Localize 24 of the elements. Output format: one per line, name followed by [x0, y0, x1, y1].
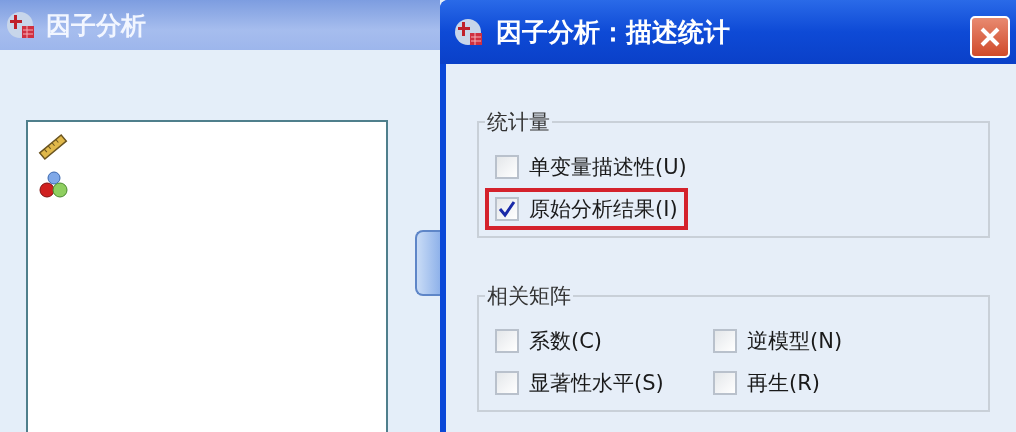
close-button[interactable] [970, 16, 1010, 58]
variable-list[interactable] [26, 120, 388, 432]
checkbox[interactable] [495, 197, 519, 221]
checkbox-label: 再生(R) [747, 370, 820, 397]
group-title: 相关矩阵 [486, 283, 572, 310]
checkbox[interactable] [495, 329, 519, 353]
window-title: 因子分析 [46, 9, 146, 42]
move-button[interactable] [415, 230, 440, 296]
checkbox-label: 系数(C) [529, 328, 603, 355]
group-title: 统计量 [486, 109, 551, 136]
app-icon [6, 10, 36, 40]
checkbox-label: 显著性水平(S) [529, 370, 664, 397]
close-icon [979, 26, 1001, 48]
checkbox[interactable] [495, 155, 519, 179]
balls-icon [38, 170, 70, 200]
app-icon [454, 17, 484, 47]
checkbox[interactable] [713, 371, 737, 395]
checkbox[interactable] [713, 329, 737, 353]
checkbox-label: 原始分析结果(I) [529, 196, 678, 223]
dialog-title: 因子分析：描述统计 [496, 15, 730, 49]
checkbox-label: 单变量描述性(U) [529, 154, 687, 181]
checkbox-label: 逆模型(N) [747, 328, 843, 355]
checkbox[interactable] [495, 371, 519, 395]
checkmark-icon [498, 200, 516, 218]
